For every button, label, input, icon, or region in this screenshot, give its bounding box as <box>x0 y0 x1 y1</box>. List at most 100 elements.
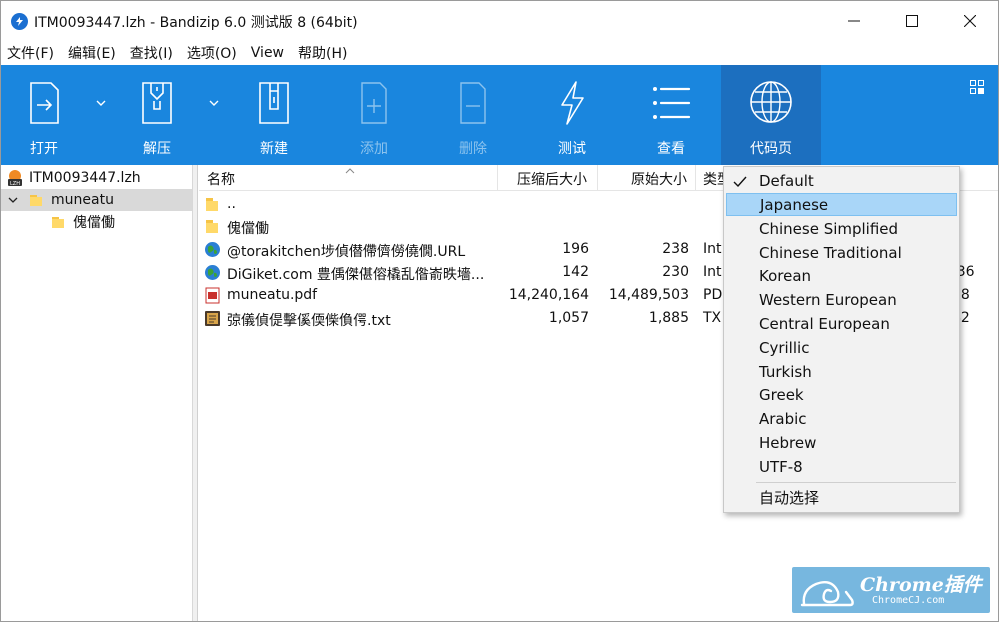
codepage-arabic[interactable]: Arabic <box>726 407 957 430</box>
codepage-chinese-simplified[interactable]: Chinese Simplified <box>726 217 957 240</box>
extract-zip-icon <box>142 82 172 124</box>
menu-help[interactable]: 帮助(H) <box>298 43 353 63</box>
new-archive-button[interactable]: 新建 <box>244 65 304 165</box>
window-title: ITM0093447.lzh - Bandizip 6.0 测试版 8 (64b… <box>34 15 358 31</box>
codepage-label: Western European <box>759 290 897 309</box>
codepage-button[interactable]: 代码页 <box>721 65 821 165</box>
codepage-japanese[interactable]: Japanese <box>726 193 957 216</box>
pane-splitter[interactable] <box>193 165 198 621</box>
column-divider[interactable] <box>597 165 598 191</box>
codepage-label: 代码页 <box>750 141 792 157</box>
open-button[interactable]: 打开 <box>15 65 73 165</box>
extract-dropdown-chevron-icon[interactable] <box>209 100 219 106</box>
test-label: 测试 <box>558 141 586 157</box>
codepage-label: Default <box>759 171 814 190</box>
text-file-icon <box>205 311 220 326</box>
codepage-auto-select[interactable]: 自动选择 <box>726 486 957 509</box>
globe-icon <box>205 242 220 257</box>
codepage-label: Korean <box>759 266 812 285</box>
test-button[interactable]: 测试 <box>542 65 602 165</box>
chevron-down-icon[interactable] <box>8 195 18 205</box>
codepage-western-european[interactable]: Western European <box>726 288 957 311</box>
add-label: 添加 <box>360 141 388 157</box>
menu-edit[interactable]: 编辑(E) <box>68 43 122 63</box>
lightning-icon <box>561 81 584 125</box>
column-header-original[interactable]: 原始大小 <box>631 169 687 189</box>
folder-icon <box>206 220 218 233</box>
codepage-chinese-traditional[interactable]: Chinese Traditional <box>726 241 957 264</box>
list-view-icon <box>653 87 691 119</box>
file-type: PD <box>703 287 723 303</box>
column-divider[interactable] <box>695 165 696 191</box>
minimize-icon <box>848 20 860 22</box>
compressed-size: 196 <box>562 241 589 257</box>
pdf-icon <box>205 287 220 304</box>
file-name: muneatu.pdf <box>227 287 318 303</box>
codepage-label: 自动选择 <box>759 489 820 507</box>
codepage-label: Greek <box>759 385 804 404</box>
file-name: @torakitchen埗偵僣僀儕僗僥僩.URL <box>227 244 466 260</box>
new-label: 新建 <box>260 141 288 157</box>
extract-button[interactable]: 解压 <box>127 65 187 165</box>
maximize-icon <box>906 15 918 27</box>
codepage-cyrillic[interactable]: Cyrillic <box>726 336 957 359</box>
codepage-label: Chinese Traditional <box>759 243 902 262</box>
column-divider[interactable] <box>497 165 498 191</box>
tree-item-subfolder[interactable]: 傀儅働 <box>1 211 192 233</box>
title-bar: ITM0093447.lzh - Bandizip 6.0 测试版 8 (64b… <box>1 1 998 41</box>
menu-divider <box>756 482 956 483</box>
minimize-button[interactable] <box>825 1 883 41</box>
original-size: 14,489,503 <box>608 287 689 303</box>
add-button[interactable]: 添加 <box>344 65 404 165</box>
bandizip-logo-icon <box>11 13 28 30</box>
menu-options[interactable]: 选项(O) <box>187 43 243 63</box>
tree-item-muneatu[interactable]: muneatu <box>1 189 192 211</box>
layout-grid-icon[interactable] <box>970 80 984 94</box>
view-button[interactable]: 查看 <box>641 65 701 165</box>
file-type: Int <box>703 264 722 280</box>
codepage-label: Japanese <box>760 195 829 214</box>
tree-folder-label: muneatu <box>51 192 114 208</box>
codepage-hebrew[interactable]: Hebrew <box>726 431 957 454</box>
open-dropdown-chevron-icon[interactable] <box>96 100 106 106</box>
svg-text:LZH: LZH <box>10 181 20 187</box>
delete-label: 删除 <box>459 141 487 157</box>
tree-item-archive-root[interactable]: LZH ITM0093447.lzh <box>1 167 192 189</box>
menu-file[interactable]: 文件(F) <box>7 43 60 63</box>
tree-root-label: ITM0093447.lzh <box>29 170 141 186</box>
file-name: .. <box>227 196 236 212</box>
codepage-label: Chinese Simplified <box>759 219 899 238</box>
watermark-url: ChromeCJ.com <box>872 595 945 606</box>
codepage-label: Central European <box>759 314 890 333</box>
menu-find[interactable]: 查找(I) <box>130 43 179 63</box>
codepage-default[interactable]: Default <box>726 169 957 192</box>
tree-subfolder-label: 傀儅働 <box>73 215 115 231</box>
compressed-size: 142 <box>562 264 589 280</box>
new-zip-icon <box>259 82 289 124</box>
compressed-size: 1,057 <box>548 310 589 326</box>
codepage-utf8[interactable]: UTF-8 <box>726 455 957 478</box>
close-button[interactable] <box>941 1 999 41</box>
delete-button[interactable]: 删除 <box>443 65 503 165</box>
column-header-compressed[interactable]: 压缩后大小 <box>517 169 587 189</box>
codepage-turkish[interactable]: Turkish <box>726 360 957 383</box>
menu-view[interactable]: View <box>251 45 290 61</box>
file-type: TX <box>703 310 722 326</box>
sort-ascending-icon <box>345 168 355 174</box>
codepage-central-european[interactable]: Central European <box>726 312 957 335</box>
maximize-button[interactable] <box>883 1 941 41</box>
codepage-korean[interactable]: Korean <box>726 264 957 287</box>
extract-label: 解压 <box>143 141 171 157</box>
close-icon <box>964 15 976 27</box>
original-size: 230 <box>662 264 689 280</box>
codepage-label: Hebrew <box>759 433 817 452</box>
watermark-title: Chrome插件 <box>860 574 982 596</box>
codepage-menu: Default Japanese Chinese Simplified Chin… <box>723 166 960 513</box>
codepage-label: Cyrillic <box>759 338 810 357</box>
checkmark-icon <box>733 176 747 187</box>
column-header-name[interactable]: 名称 <box>207 169 235 189</box>
file-name: 弶儀偵偍擊傒偄偨偩偔.txt <box>227 313 391 329</box>
globe-icon <box>750 81 792 123</box>
codepage-greek[interactable]: Greek <box>726 383 957 406</box>
toolbar: 打开 解压 新建 添加 删除 测试 查看 代码页 <box>1 65 998 165</box>
